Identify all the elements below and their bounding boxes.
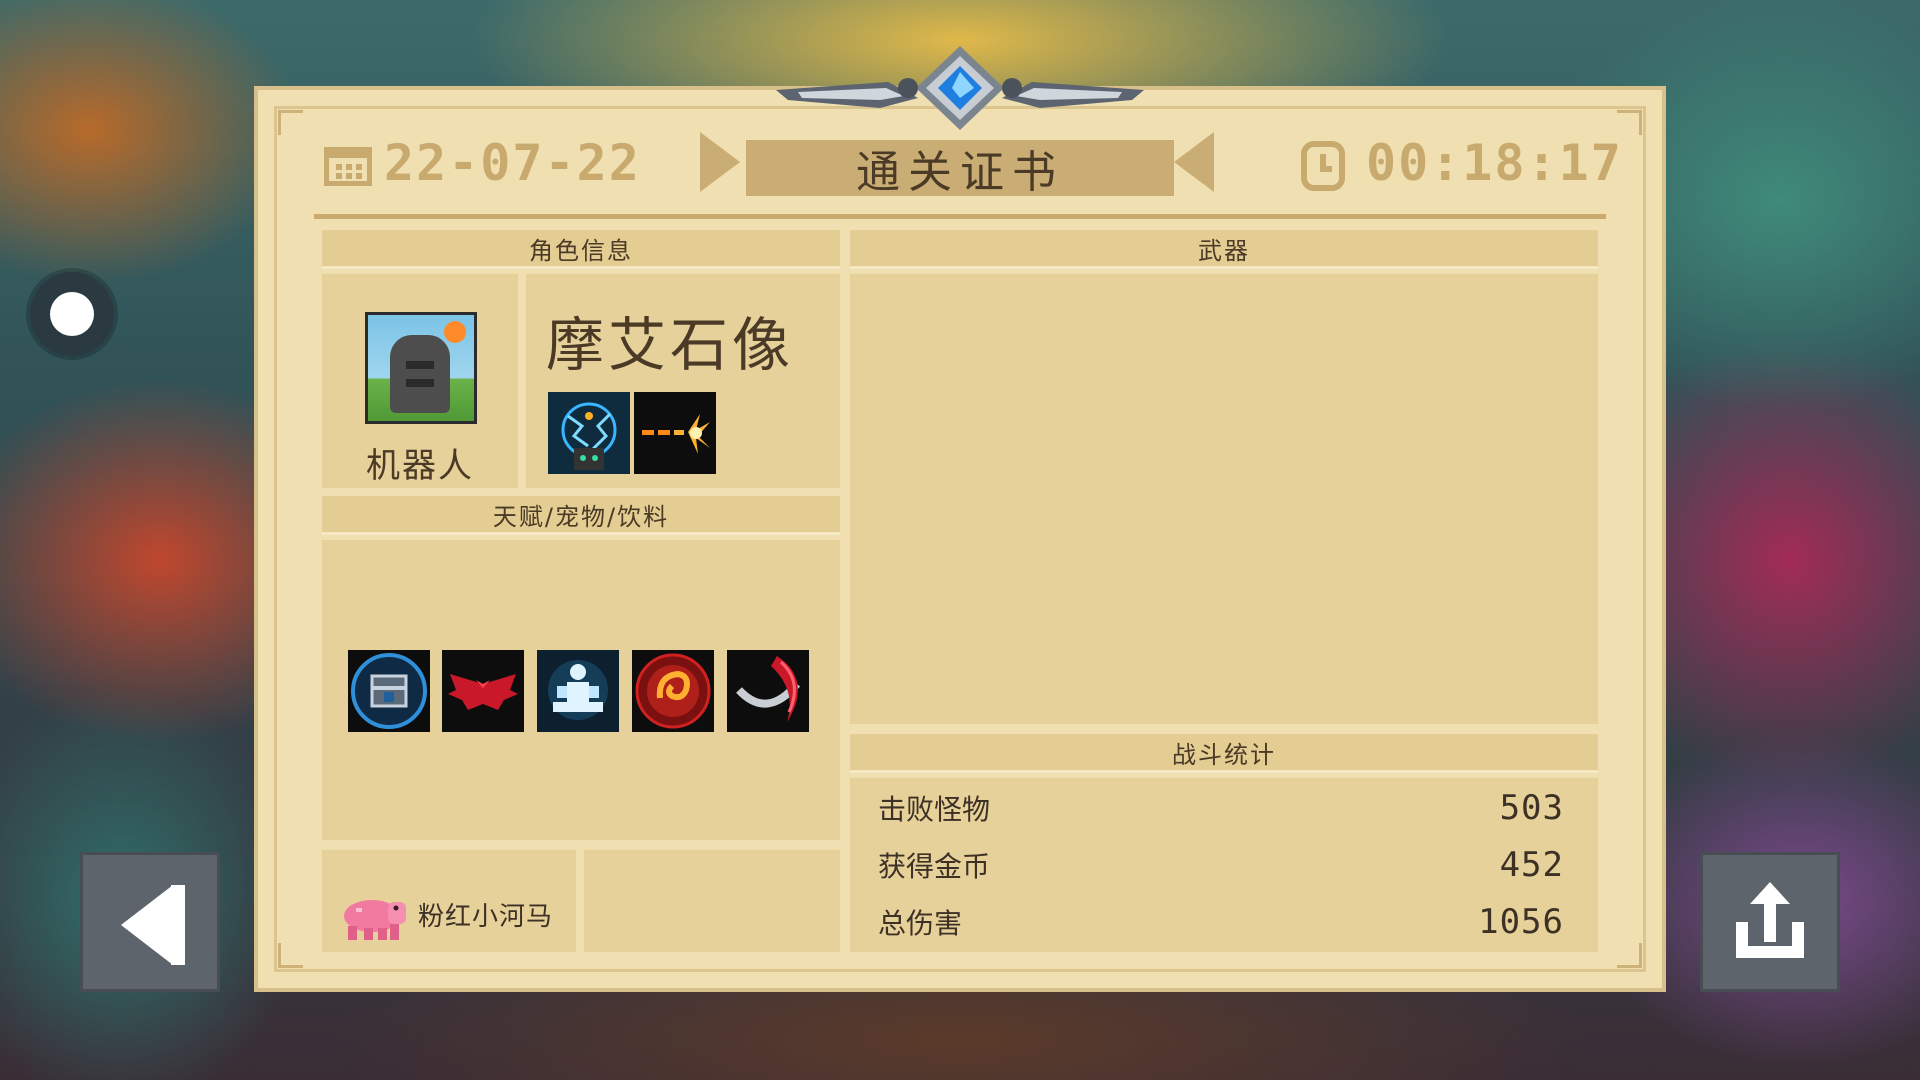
record-button[interactable] — [30, 272, 114, 356]
stat-label: 总伤害 — [878, 907, 963, 940]
weapons-panel — [850, 274, 1598, 724]
clock-icon — [1301, 141, 1345, 191]
share-icon — [1736, 882, 1804, 958]
back-button[interactable] — [80, 852, 220, 992]
stat-value: 503 — [1499, 788, 1564, 828]
ribbon-left-decoration — [700, 132, 740, 192]
completion-time: 00:18:17 — [1366, 134, 1623, 192]
share-button[interactable] — [1700, 852, 1840, 992]
stat-value: 452 — [1499, 845, 1564, 885]
character-class-name: 机器人 — [366, 446, 474, 486]
meditating-figure-icon[interactable] — [537, 650, 619, 732]
stat-value: 1056 — [1478, 902, 1564, 942]
stat-label: 击败怪物 — [878, 793, 991, 826]
certificate-title: 通关证书 — [746, 140, 1174, 198]
record-icon — [50, 292, 94, 336]
header-divider — [314, 214, 1606, 219]
moai-statue-portrait-icon — [365, 312, 477, 424]
stat-row-monsters-defeated: 击败怪物 503 — [878, 788, 1564, 828]
back-arrow-icon — [121, 885, 173, 965]
character-skin-name: 摩艾石像 — [546, 311, 795, 379]
battle-stats-header: 战斗统计 — [850, 734, 1598, 773]
weapons-header: 武器 — [850, 230, 1598, 269]
electric-orb-skill-icon[interactable] — [548, 392, 630, 474]
stat-row-coins-earned: 获得金币 452 — [878, 845, 1564, 885]
red-bat-wings-icon[interactable] — [442, 650, 524, 732]
character-info-header: 角色信息 — [322, 230, 840, 269]
gem-emblem-icon — [776, 46, 1144, 130]
ribbon-right-decoration — [1174, 132, 1214, 192]
completion-date: 22-07-22 — [384, 134, 641, 192]
calendar-icon — [324, 147, 372, 186]
curved-blade-icon[interactable] — [727, 650, 809, 732]
stat-label: 获得金币 — [878, 850, 991, 883]
drink-panel — [584, 850, 840, 952]
fire-spiral-icon[interactable] — [632, 650, 714, 732]
chest-two-icon[interactable] — [348, 650, 430, 732]
pet-name: 粉红小河马 — [418, 902, 554, 932]
talents-header: 天赋/宠物/饮料 — [322, 496, 840, 535]
pink-hippo-pet-icon — [344, 900, 406, 940]
stat-row-total-damage: 总伤害 1056 — [878, 902, 1564, 942]
laser-shot-skill-icon[interactable] — [634, 392, 716, 474]
